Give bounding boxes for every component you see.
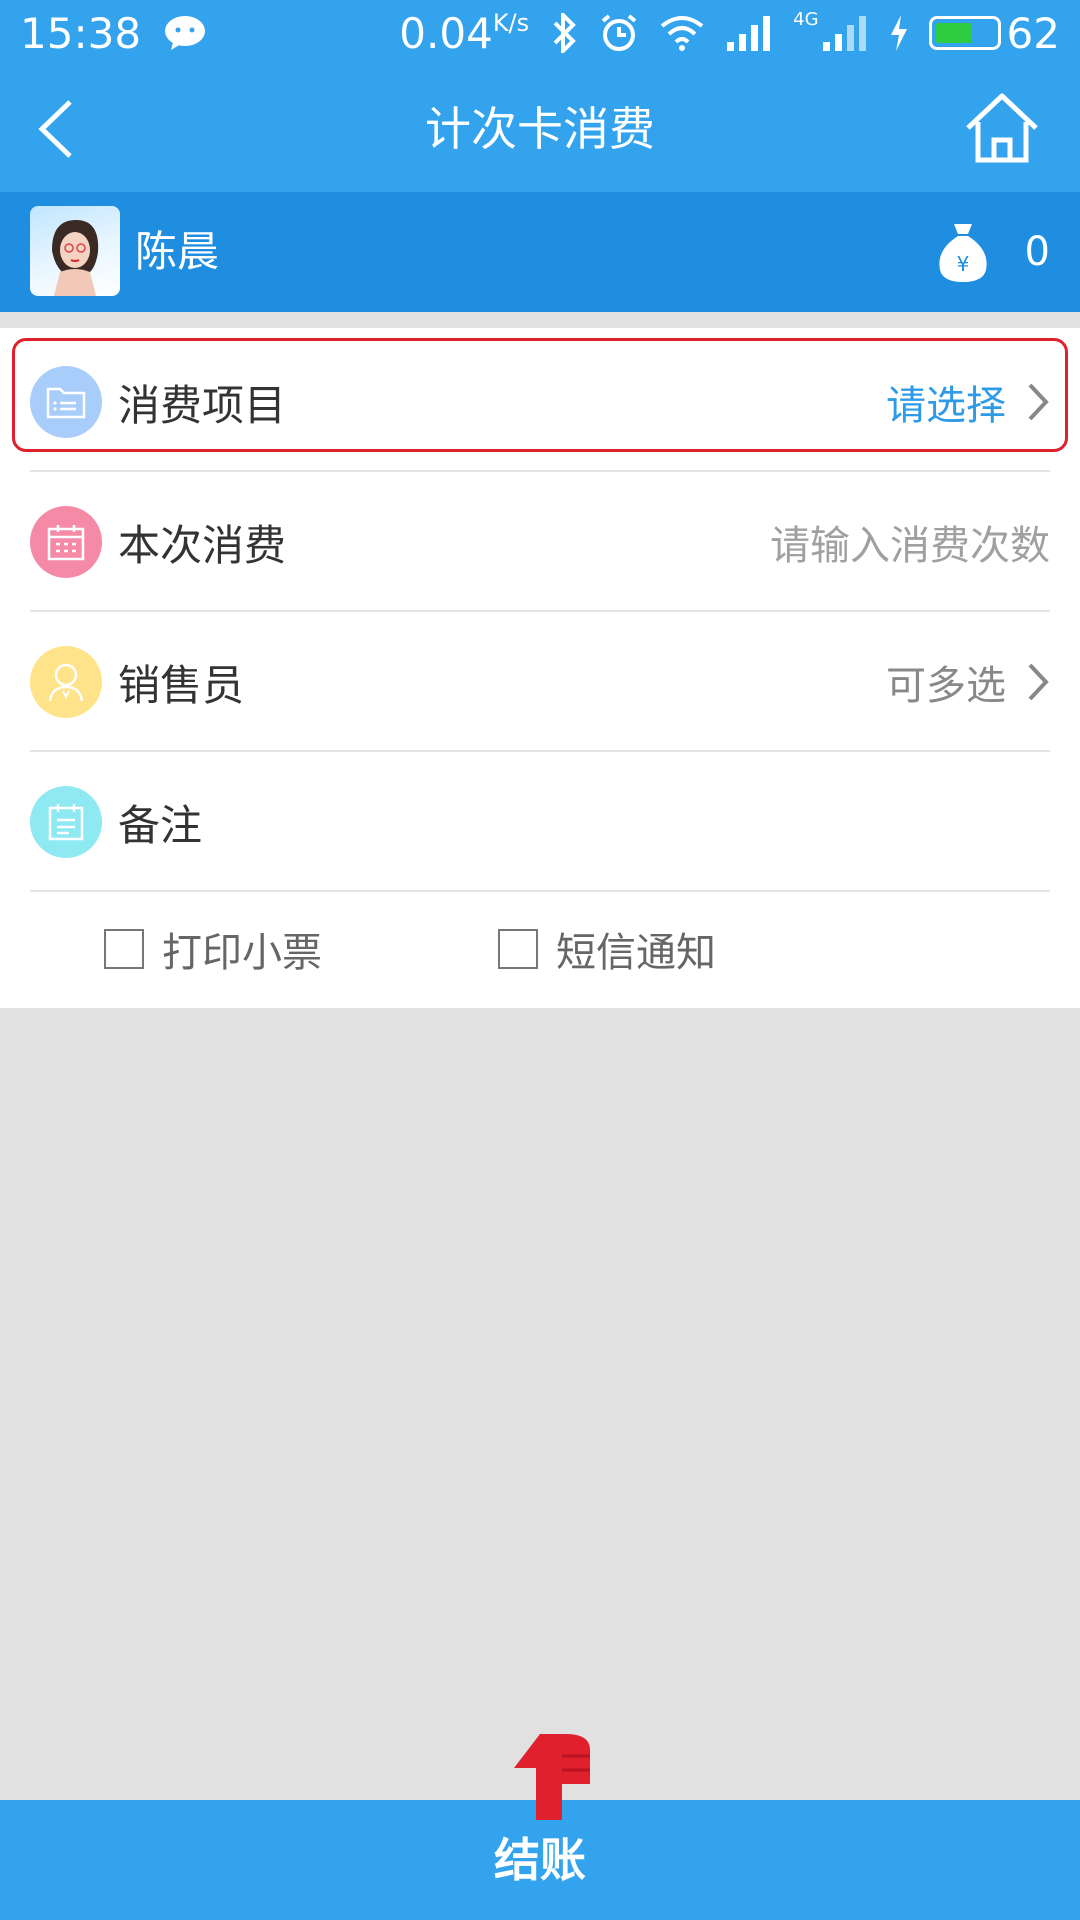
seller-label: 销售员 <box>118 660 245 710</box>
options-row: 打印小票 短信通知 <box>0 890 1080 1008</box>
consume-count-input[interactable]: 请输入消费次数 <box>770 513 1050 571</box>
member-name: 陈晨 <box>135 227 220 276</box>
status-bar: 15:38 0.04K/s 4G 62 <box>0 0 1080 66</box>
print-receipt-label: 打印小票 <box>162 930 322 976</box>
print-receipt-option[interactable]: 打印小票 <box>104 920 322 978</box>
calendar-icon <box>30 506 102 578</box>
status-time: 15:38 <box>20 8 142 58</box>
avatar <box>30 206 120 296</box>
balance-value: 0 <box>1024 229 1050 275</box>
wifi-icon <box>660 16 704 51</box>
seller-select[interactable]: 可多选 <box>886 653 1050 711</box>
alarm-icon <box>601 14 637 51</box>
page-title: 计次卡消费 <box>425 102 655 156</box>
charging-icon <box>890 15 907 51</box>
battery-indicator: 62 <box>928 8 1060 58</box>
money-bag-icon: ¥ <box>939 224 987 282</box>
person-icon <box>30 646 102 718</box>
seller-row[interactable]: 销售员 可多选 <box>30 612 1050 752</box>
nav-bar: 计次卡消费 <box>0 66 1080 192</box>
sms-notify-checkbox[interactable] <box>498 929 538 969</box>
chat-icon <box>165 16 206 50</box>
speed-value: 0.04 <box>399 8 493 58</box>
member-bar: 陈晨 ¥ 0 <box>0 192 1080 312</box>
sms-notify-option[interactable]: 短信通知 <box>498 920 716 978</box>
bluetooth-icon <box>553 13 576 53</box>
print-receipt-checkbox[interactable] <box>104 929 144 969</box>
consume-count-label: 本次消费 <box>118 520 287 570</box>
battery-icon <box>928 16 1001 50</box>
speed-unit: K/s <box>492 8 530 37</box>
network-speed: 0.04K/s <box>399 9 529 58</box>
highlight-box <box>12 338 1068 452</box>
home-icon[interactable] <box>964 90 1040 166</box>
note-label: 备注 <box>118 800 203 850</box>
signal-4g-icon <box>822 16 866 51</box>
notepad-icon <box>30 786 102 858</box>
note-row[interactable]: 备注 <box>30 752 1050 892</box>
svg-text:¥: ¥ <box>957 252 970 276</box>
battery-level: 62 <box>1006 8 1060 58</box>
network-type-label: 4G <box>793 8 819 30</box>
pointing-hand-icon <box>514 1734 590 1820</box>
signal-icon <box>727 16 771 51</box>
sms-notify-label: 短信通知 <box>556 930 716 976</box>
consume-count-row[interactable]: 本次消费 请输入消费次数 <box>30 472 1050 612</box>
seller-value: 可多选 <box>886 663 1006 709</box>
chevron-right-icon <box>1028 663 1049 701</box>
